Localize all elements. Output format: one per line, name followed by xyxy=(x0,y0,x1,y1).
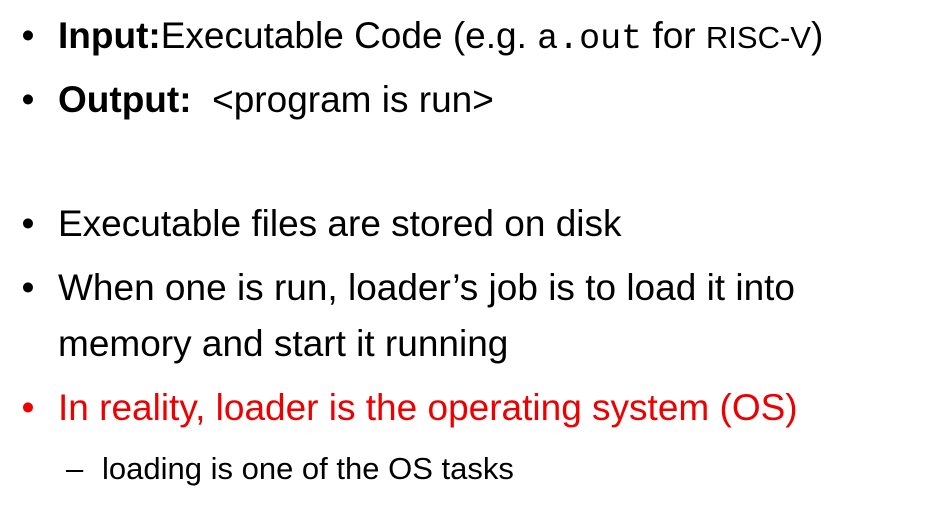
input-text-middle: for xyxy=(642,15,706,56)
sub-bullet-loading-text: loading is one of the OS tasks xyxy=(102,451,514,486)
bullet-dot-icon: • xyxy=(21,267,35,308)
input-text-after: ) xyxy=(811,15,824,56)
output-text: <program is run> xyxy=(191,79,494,120)
slide: • Input:Executable Code (e.g. a.out for … xyxy=(0,0,935,513)
bullet-dot-icon: • xyxy=(21,387,35,428)
input-arch: RISC-V xyxy=(705,20,811,55)
input-text-before: Executable Code (e.g. xyxy=(160,15,538,56)
dash-icon: – xyxy=(66,451,84,486)
bullet-loader-job-text-line2: memory and start it running xyxy=(58,323,509,364)
bullet-input-text: Input:Executable Code (e.g. a.out for RI… xyxy=(58,14,823,61)
input-label: Input: xyxy=(58,15,161,56)
output-label: Output: xyxy=(58,79,192,120)
bullet-dot-icon: • xyxy=(21,15,35,56)
bullet-reality-text: In reality, loader is the operating syst… xyxy=(58,387,798,428)
bullet-dot-icon: • xyxy=(21,79,35,120)
input-code: a.out xyxy=(537,19,643,59)
bullet-dot-icon: • xyxy=(21,203,35,244)
bullet-loader-job-text-line1: When one is run, loader’s job is to load… xyxy=(58,267,796,308)
bullet-stored-text: Executable files are stored on disk xyxy=(58,203,622,244)
bullet-output-text: Output: <program is run> xyxy=(58,78,494,122)
